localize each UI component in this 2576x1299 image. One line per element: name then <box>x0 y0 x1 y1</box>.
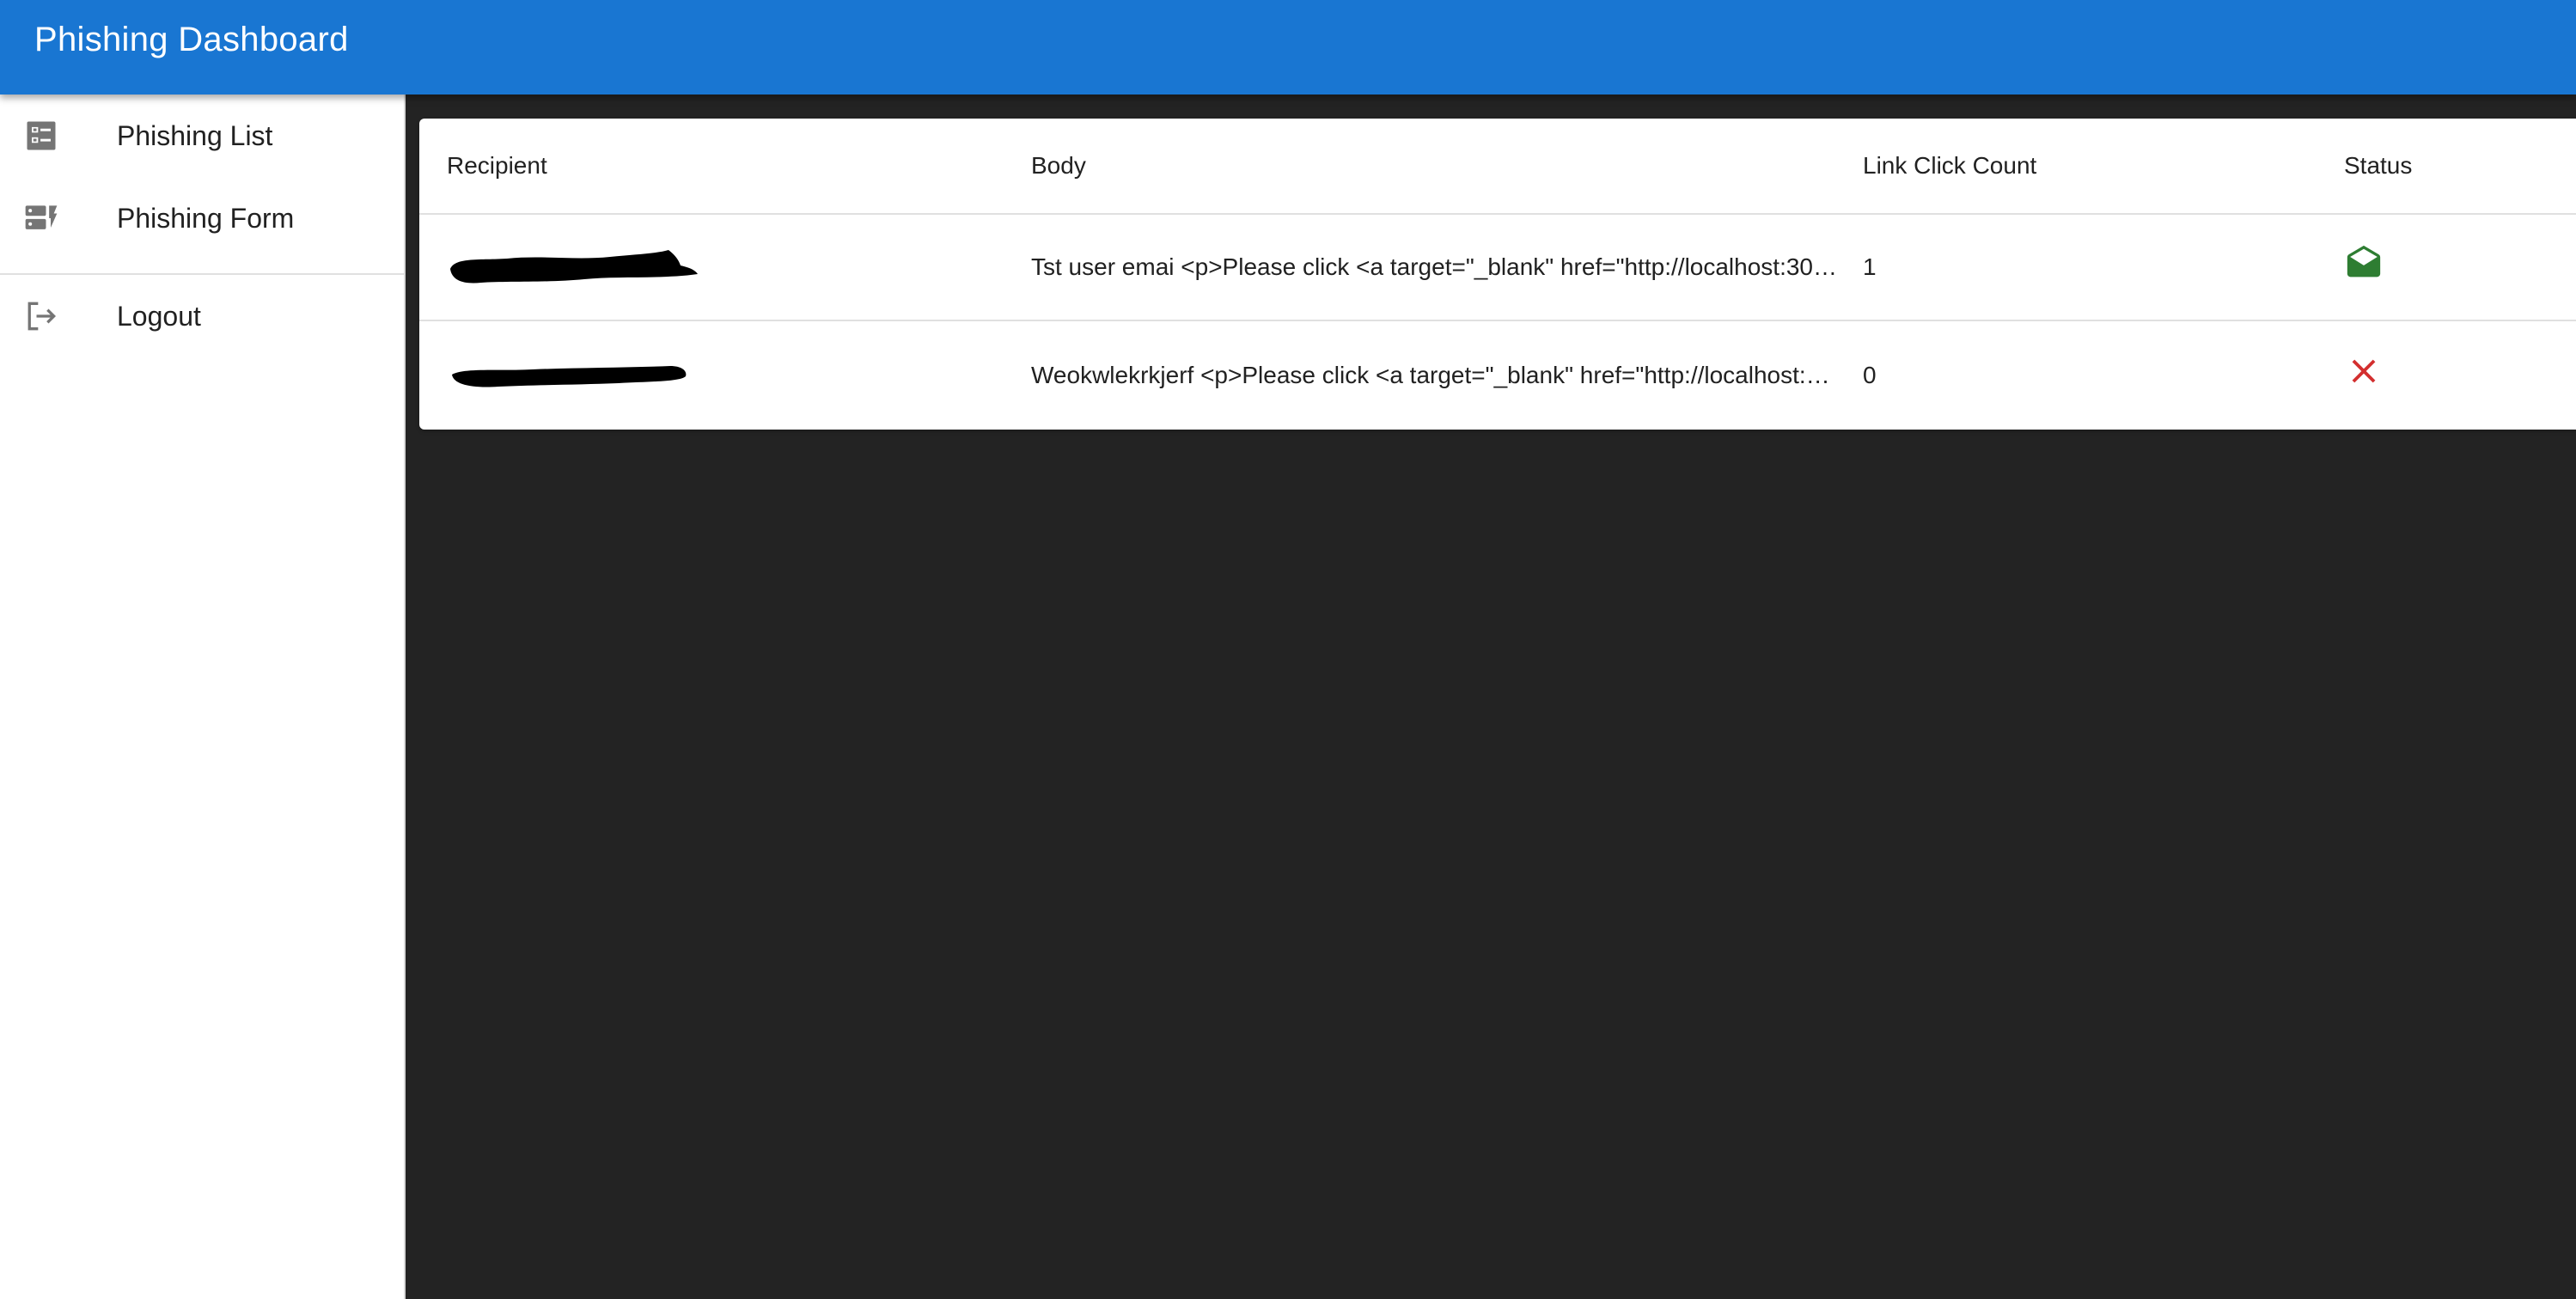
close-icon <box>2352 359 2376 383</box>
nav-item-phishing-form[interactable]: Phishing Form <box>0 177 404 259</box>
column-header-recipient: Recipient <box>447 152 547 179</box>
nav-label-logout: Logout <box>117 301 201 332</box>
table-row[interactable]: Weokwlekrkjerf <p>Please click <a target… <box>419 321 2576 430</box>
phishing-table: Recipient Body Link Click Count Status T… <box>419 119 2576 430</box>
app-bar: Phishing Dashboard <box>0 0 2576 95</box>
redaction-mark <box>452 366 687 387</box>
status-cell <box>2344 215 2567 320</box>
nav-item-phishing-list[interactable]: Phishing List <box>0 95 404 177</box>
column-header-body: Body <box>1031 152 1086 179</box>
nav-item-logout[interactable]: Logout <box>0 275 404 357</box>
navigation-drawer: Phishing List Phishing Form Logout <box>0 95 406 1299</box>
link-click-count-cell: 0 <box>1863 362 1877 388</box>
redaction-mark <box>450 250 698 284</box>
dns-flash-icon <box>22 199 60 237</box>
body-text: Weokwlekrkjerf <p>Please click <a target… <box>1031 362 1839 388</box>
link-click-count-cell: 1 <box>1863 253 1877 280</box>
body-cell: Tst user emai <p>Please click <a target=… <box>1031 215 1839 320</box>
mail-open-icon <box>2347 245 2381 277</box>
body-cell: Weokwlekrkjerf <p>Please click <a target… <box>1031 321 1839 430</box>
list-alt-icon <box>22 117 60 155</box>
table-row[interactable]: Tst user emai <p>Please click <a target=… <box>419 215 2576 321</box>
recipient-cell <box>447 321 1005 430</box>
body-text: Tst user emai <p>Please click <a target=… <box>1031 253 1839 280</box>
table-header-row: Recipient Body Link Click Count Status <box>419 119 2576 215</box>
column-header-status: Status <box>2344 152 2413 179</box>
nav-label-phishing-list: Phishing List <box>117 120 273 151</box>
status-cell <box>2344 321 2567 430</box>
nav-label-phishing-form: Phishing Form <box>117 203 295 234</box>
column-header-link-click-count: Link Click Count <box>1863 152 2037 179</box>
main-content: Recipient Body Link Click Count Status T… <box>406 95 2576 1299</box>
recipient-cell <box>447 215 1005 320</box>
logout-icon <box>22 297 60 335</box>
app-title: Phishing Dashboard <box>34 21 349 58</box>
